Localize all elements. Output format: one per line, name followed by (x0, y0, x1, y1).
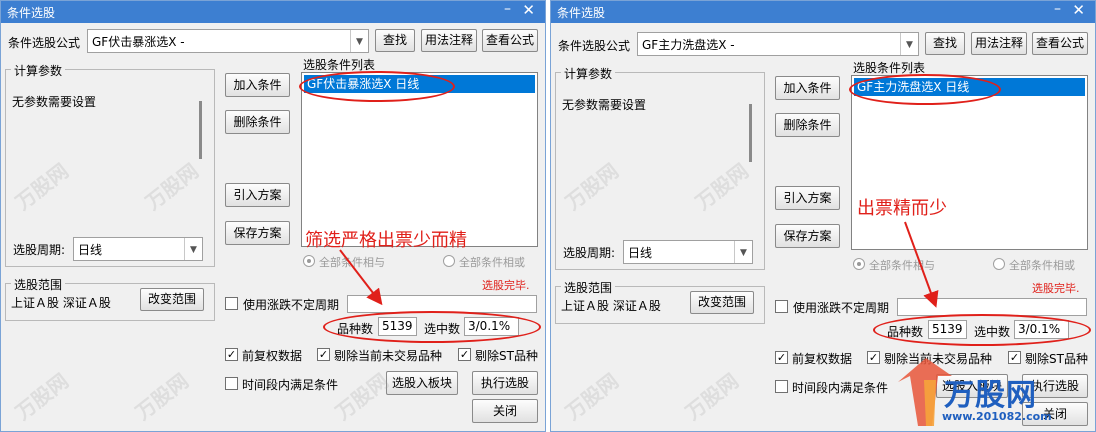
highlight-ellipse (873, 314, 1091, 346)
brand-logo-url: www.201082.com (942, 410, 1052, 423)
add-condition-button[interactable]: 加入条件 (775, 76, 840, 100)
range-value: 上证Ａ股 深证Ａ股 (561, 299, 661, 313)
annotation-text: 筛选严格出票少而精 (305, 230, 467, 251)
save-plan-button[interactable]: 保存方案 (775, 224, 840, 248)
watermark: 万股网 (10, 368, 73, 425)
range-value: 上证Ａ股 深证Ａ股 (11, 296, 111, 310)
scrollbar[interactable] (749, 104, 752, 162)
uncertain-period-label: 使用涨跌不定周期 (243, 298, 340, 312)
window-title: 条件选股 (557, 6, 606, 20)
find-button[interactable]: 查找 (925, 32, 965, 55)
usage-button[interactable]: 用法注释 (971, 32, 1027, 55)
time-period-checkbox[interactable] (775, 380, 788, 393)
delete-condition-button[interactable]: 删除条件 (775, 113, 840, 137)
exclude-st-checkbox[interactable]: ✓ (458, 348, 471, 361)
exclude-untraded-checkbox[interactable]: ✓ (867, 351, 880, 364)
radio-or-label: 全部条件相或 (1009, 259, 1075, 272)
chevron-down-icon[interactable]: ▼ (184, 238, 202, 260)
period-select[interactable]: 日线 ▼ (73, 237, 203, 261)
radio-or-label: 全部条件相或 (459, 256, 525, 269)
calc-params-label: 计算参数 (11, 62, 66, 79)
formula-select[interactable]: GF主力洗盘选X - ▼ (637, 32, 919, 56)
right-dialog: 条件选股 – ✕ 条件选股公式 GF主力洗盘选X - ▼ 查找 用法注释 查看公… (550, 0, 1096, 432)
view-formula-button[interactable]: 查看公式 (1032, 32, 1088, 55)
highlight-ellipse (323, 311, 541, 343)
exclude-untraded-label: 剔除当前未交易品种 (334, 349, 443, 363)
exclude-st-label: 剔除ST品种 (475, 349, 538, 363)
period-value: 日线 (628, 246, 653, 260)
period-value: 日线 (78, 243, 103, 257)
execute-select-button[interactable]: 执行选股 (472, 371, 538, 395)
highlight-ellipse (299, 71, 455, 102)
uncertain-period-label: 使用涨跌不定周期 (793, 301, 890, 315)
watermark: 万股网 (680, 368, 743, 425)
formula-select[interactable]: GF伏击暴涨选X - ▼ (87, 29, 369, 53)
range-label: 选股范围 (561, 279, 616, 296)
radio-and[interactable] (853, 258, 865, 270)
usage-button[interactable]: 用法注释 (421, 29, 477, 52)
annotation-text: 出票精而少 (857, 198, 947, 219)
radio-and[interactable] (303, 255, 315, 267)
status-text: 选股完毕. (482, 279, 530, 292)
formula-label: 条件选股公式 (558, 39, 631, 53)
scrollbar[interactable] (199, 101, 202, 159)
select-to-block-button[interactable]: 选股入板块 (386, 371, 458, 395)
pre-adjusted-label: 前复权数据 (242, 349, 303, 363)
chevron-down-icon[interactable]: ▼ (734, 241, 752, 263)
radio-and-label: 全部条件相与 (319, 256, 385, 269)
period-select[interactable]: 日线 ▼ (623, 240, 753, 264)
change-range-button[interactable]: 改变范围 (140, 288, 204, 311)
left-titlebar: 条件选股 – ✕ (1, 1, 545, 23)
formula-label: 条件选股公式 (8, 36, 81, 50)
status-text: 选股完毕. (1032, 282, 1080, 295)
brand-logo: 万股网 www.201082.com (896, 356, 1052, 431)
period-label: 选股周期: (563, 246, 616, 260)
period-label: 选股周期: (13, 243, 66, 257)
left-dialog: 条件选股 – ✕ 条件选股公式 GF伏击暴涨选X - ▼ 查找 用法注释 查看公… (0, 0, 546, 432)
import-plan-button[interactable]: 引入方案 (775, 186, 840, 210)
exclude-untraded-checkbox[interactable]: ✓ (317, 348, 330, 361)
highlight-ellipse (849, 74, 1001, 105)
radio-or[interactable] (993, 258, 1005, 270)
import-plan-button[interactable]: 引入方案 (225, 183, 290, 207)
change-range-button[interactable]: 改变范围 (690, 291, 754, 314)
pre-adjusted-label: 前复权数据 (792, 352, 853, 366)
brand-logo-text: 万股网 (944, 378, 1037, 413)
close-icon[interactable]: ✕ (1072, 1, 1085, 19)
chevron-down-icon[interactable]: ▼ (900, 33, 918, 55)
right-titlebar: 条件选股 – ✕ (551, 1, 1095, 23)
minimize-icon[interactable]: – (504, 1, 511, 17)
uncertain-period-checkbox[interactable] (225, 297, 238, 310)
pre-adjusted-checkbox[interactable]: ✓ (775, 351, 788, 364)
chevron-down-icon[interactable]: ▼ (350, 30, 368, 52)
formula-value: GF主力洗盘选X - (642, 38, 735, 52)
range-label: 选股范围 (11, 276, 66, 293)
calc-params-label: 计算参数 (561, 65, 616, 82)
formula-value: GF伏击暴涨选X - (92, 35, 185, 49)
pre-adjusted-checkbox[interactable]: ✓ (225, 348, 238, 361)
uncertain-period-checkbox[interactable] (775, 300, 788, 313)
delete-condition-button[interactable]: 删除条件 (225, 110, 290, 134)
no-params-text: 无参数需要设置 (562, 98, 647, 112)
close-button[interactable]: 关闭 (472, 399, 538, 423)
minimize-icon[interactable]: – (1054, 1, 1061, 17)
view-formula-button[interactable]: 查看公式 (482, 29, 538, 52)
close-icon[interactable]: ✕ (522, 1, 535, 19)
radio-and-label: 全部条件相与 (869, 259, 935, 272)
time-period-checkbox[interactable] (225, 377, 238, 390)
no-params-text: 无参数需要设置 (12, 95, 97, 109)
window-title: 条件选股 (7, 6, 56, 20)
time-period-label: 时间段内满足条件 (242, 378, 339, 392)
add-condition-button[interactable]: 加入条件 (225, 73, 290, 97)
watermark: 万股网 (560, 368, 623, 425)
time-period-label: 时间段内满足条件 (792, 381, 889, 395)
radio-or[interactable] (443, 255, 455, 267)
watermark: 万股网 (130, 368, 193, 425)
watermark: 万股网 (330, 368, 393, 425)
find-button[interactable]: 查找 (375, 29, 415, 52)
save-plan-button[interactable]: 保存方案 (225, 221, 290, 245)
